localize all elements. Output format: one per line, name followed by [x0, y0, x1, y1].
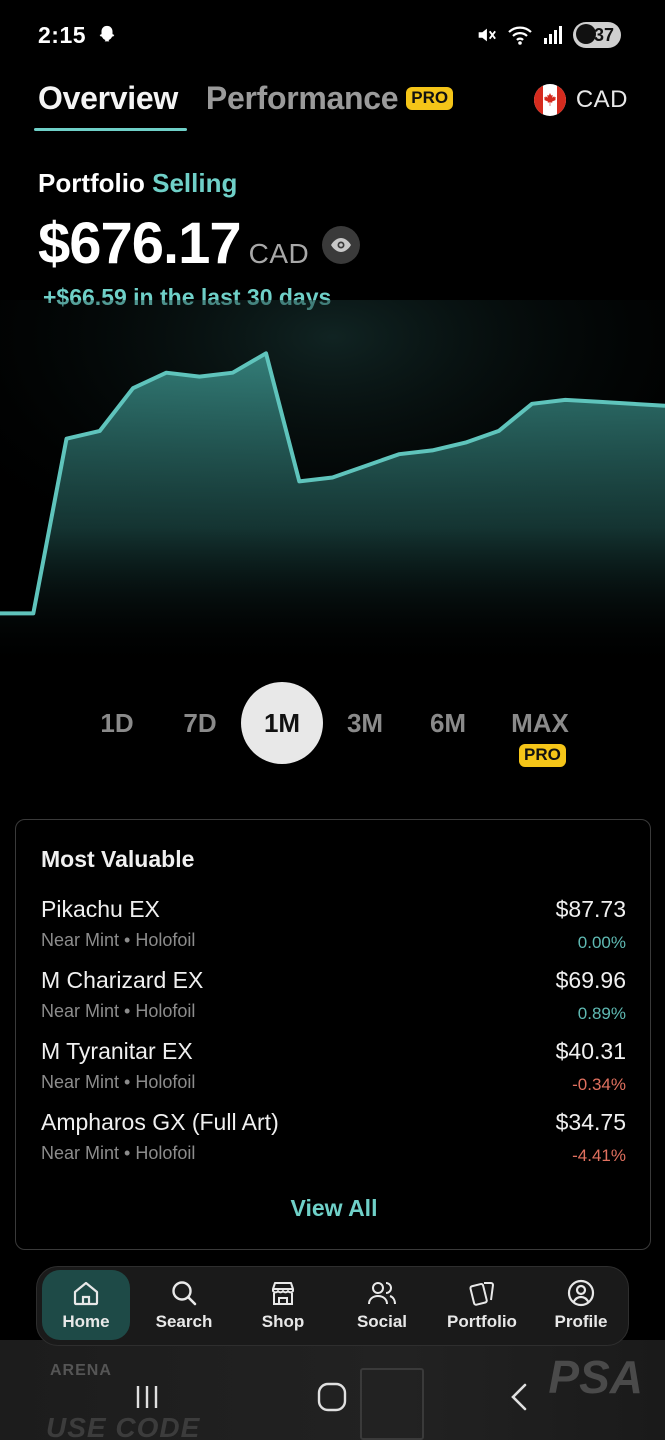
most-valuable-card: Most Valuable Pikachu EX Near Mint • Hol… [15, 819, 651, 1250]
nav-label: Shop [261, 1312, 305, 1331]
nav-search[interactable]: Search [139, 1267, 229, 1343]
item-condition: Near Mint • Holofoil [41, 1072, 196, 1092]
range-1d-button[interactable]: 1D [76, 682, 158, 764]
cards-icon [469, 1282, 495, 1306]
range-6m-button[interactable]: 6M [407, 682, 489, 764]
max-pro-badge: PRO [519, 744, 566, 767]
nav-label: Profile [554, 1312, 608, 1331]
social-icon [368, 1282, 396, 1305]
list-item[interactable]: Ampharos GX (Full Art) Near Mint • Holof… [41, 1109, 626, 1171]
range-7d-button[interactable]: 7D [159, 682, 241, 764]
item-name: M Charizard EX [41, 967, 204, 993]
battery-charging-icon [576, 24, 596, 44]
list-item[interactable]: M Charizard EX Near Mint • Holofoil $69.… [41, 967, 626, 1029]
back-icon[interactable] [506, 1382, 532, 1412]
mute-icon [478, 28, 496, 42]
item-condition: Near Mint • Holofoil [41, 1143, 196, 1163]
tab-overview-label: Overview [38, 80, 178, 116]
item-price: $69.96 [555, 967, 626, 993]
wifi-icon [508, 26, 532, 45]
nav-home[interactable]: Home [42, 1270, 130, 1340]
canada-flag-icon [533, 84, 566, 116]
shop-icon [272, 1282, 294, 1305]
nav-shop[interactable]: Shop [238, 1267, 328, 1343]
recent-apps-icon[interactable] [132, 1382, 162, 1412]
list-item[interactable]: M Tyranitar EX Near Mint • Holofoil $40.… [41, 1038, 626, 1100]
search-icon [172, 1281, 197, 1306]
portfolio-value: $676.17 [38, 211, 242, 276]
item-price: $34.75 [555, 1109, 626, 1135]
pro-badge: PRO [406, 87, 454, 110]
item-name: M Tyranitar EX [41, 1038, 193, 1064]
range-1m-button[interactable]: 1M [241, 682, 323, 764]
item-condition: Near Mint • Holofoil [41, 1001, 196, 1021]
item-change: -4.41% [572, 1146, 626, 1165]
nav-label: Portfolio [447, 1312, 517, 1331]
header-tabs: Overview Performance PRO [34, 80, 454, 136]
currency-selector[interactable]: CAD [533, 84, 628, 116]
toggle-visibility-button[interactable] [322, 226, 360, 264]
most-valuable-title: Most Valuable [41, 846, 195, 872]
currency-code: CAD [575, 86, 628, 113]
status-bar: 2:15 37 [0, 0, 665, 72]
battery-indicator: 37 [573, 22, 621, 48]
tab-performance[interactable]: Performance PRO [178, 80, 454, 117]
home-button-icon[interactable] [316, 1382, 348, 1412]
portfolio-title: Portfolio Selling [38, 168, 237, 199]
item-change: -0.34% [572, 1075, 626, 1094]
snapchat-ghost-icon [99, 25, 115, 42]
system-navigation-bar [0, 1370, 665, 1430]
item-condition: Near Mint • Holofoil [41, 930, 196, 950]
range-selector: 1D 7D 1M 3M 6M MAX PRO [76, 682, 596, 772]
item-change: 0.89% [577, 1004, 626, 1023]
portfolio-chart [0, 300, 665, 670]
portfolio-label: Portfolio [38, 168, 145, 198]
eye-icon [331, 238, 351, 252]
profile-icon [567, 1279, 595, 1307]
item-change: 0.00% [577, 933, 626, 952]
item-price: $40.31 [555, 1038, 626, 1064]
list-item[interactable]: Pikachu EX Near Mint • Holofoil $87.73 0… [41, 896, 626, 958]
nav-label: Search [155, 1312, 213, 1331]
nav-label: Social [356, 1312, 408, 1331]
tab-performance-label: Performance [205, 80, 399, 116]
portfolio-currency: CAD [248, 238, 310, 269]
range-3m-button[interactable]: 3M [324, 682, 406, 764]
nav-portfolio[interactable]: Portfolio [436, 1267, 528, 1343]
home-icon [73, 1281, 99, 1306]
bottom-nav: Home Search Shop Social Portfolio Profil… [36, 1266, 629, 1346]
nav-label: Home [62, 1312, 110, 1331]
status-time: 2:15 [38, 22, 87, 48]
item-price: $87.73 [555, 896, 626, 922]
signal-icon [544, 26, 562, 44]
nav-profile[interactable]: Profile [536, 1267, 626, 1343]
item-name: Ampharos GX (Full Art) [41, 1109, 279, 1135]
item-name: Pikachu EX [41, 896, 160, 922]
nav-social[interactable]: Social [337, 1267, 427, 1343]
tab-overview[interactable]: Overview [34, 80, 187, 131]
portfolio-mode-toggle[interactable]: Selling [152, 168, 237, 198]
portfolio-value-row: $676.17 CAD [38, 210, 309, 277]
active-tab-indicator [34, 128, 187, 131]
battery-level: 37 [593, 24, 614, 45]
view-all-button[interactable]: View All [16, 1195, 652, 1222]
